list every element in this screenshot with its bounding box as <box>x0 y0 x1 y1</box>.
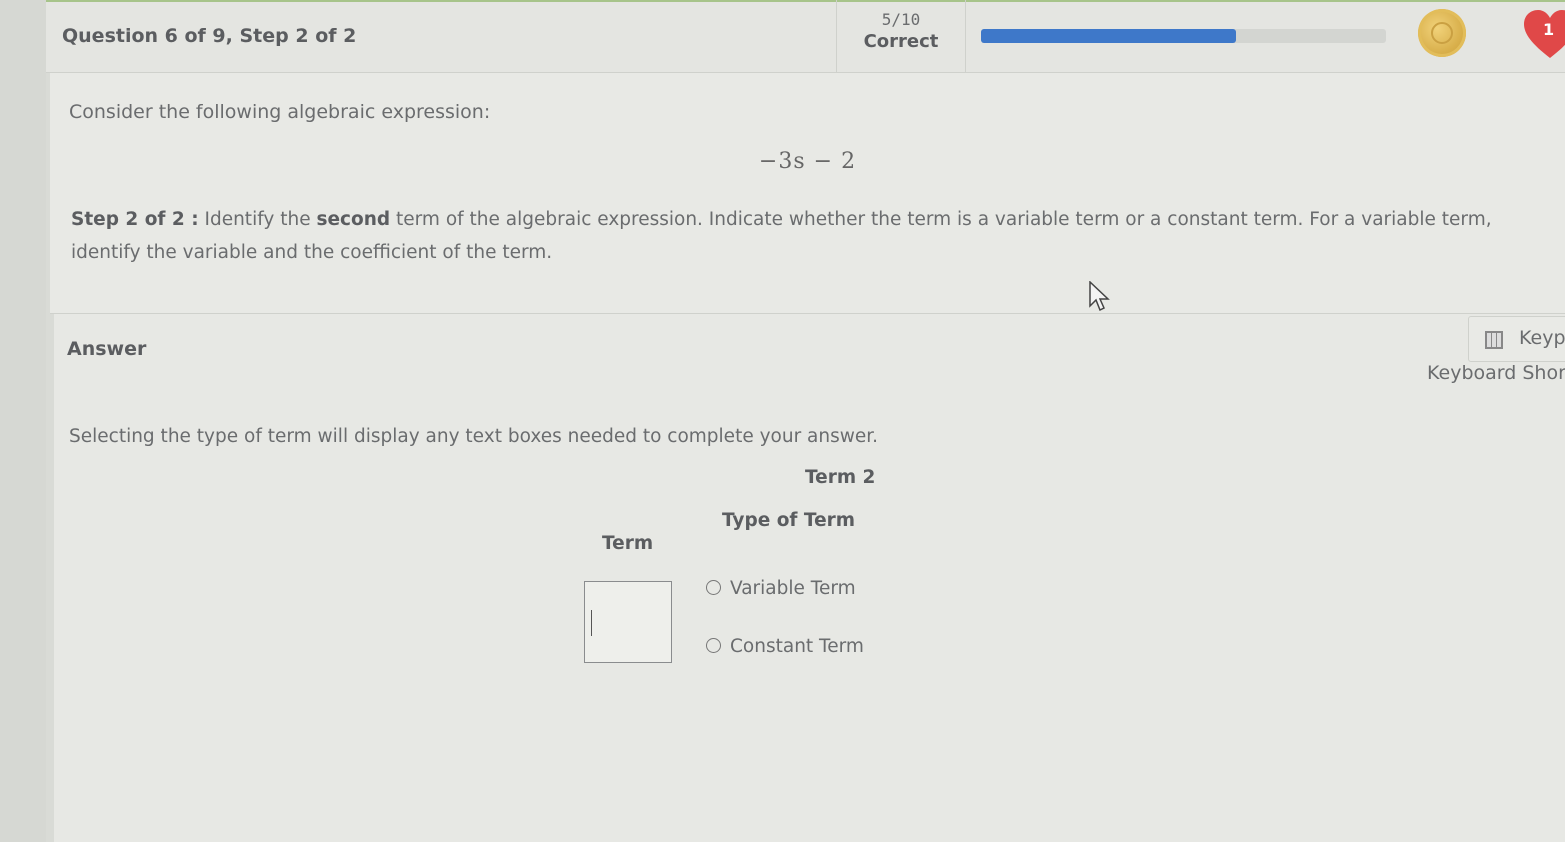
step-prefix: Step 2 of 2 : <box>71 209 199 230</box>
left-gutter <box>0 0 46 842</box>
constant-term-option[interactable]: Constant Term <box>706 636 864 657</box>
keypad-label: Keyp <box>1519 327 1565 349</box>
constant-term-label: Constant Term <box>730 636 864 657</box>
header-bar: Question 6 of 9, Step 2 of 2 5/10 Correc… <box>46 0 1565 73</box>
step-text-before: Identify the <box>198 209 317 230</box>
answer-instruction: Selecting the type of term will display … <box>69 426 879 447</box>
algebraic-expression: −3s − 2 <box>758 149 857 174</box>
type-of-term-heading: Type of Term <box>722 510 856 531</box>
term-column-label: Term <box>602 533 654 554</box>
question-step-label: Question 6 of 9, Step 2 of 2 <box>62 25 357 47</box>
coin-icon[interactable] <box>1418 9 1466 57</box>
keypad-button[interactable]: Keyp <box>1468 316 1565 362</box>
question-panel: Consider the following algebraic express… <box>50 73 1565 314</box>
question-intro: Consider the following algebraic express… <box>69 101 491 123</box>
progress-bar-fill <box>981 29 1237 43</box>
constant-term-radio[interactable] <box>706 637 721 653</box>
calculator-icon <box>1485 331 1503 349</box>
answer-label: Answer <box>67 338 147 360</box>
keyboard-shortcuts-link[interactable]: Keyboard Short <box>1427 362 1565 384</box>
step-instructions: Step 2 of 2 : Identify the second term o… <box>71 203 1546 269</box>
mouse-pointer-icon <box>1089 281 1110 312</box>
score-box: 5/10 Correct <box>836 0 966 72</box>
top-accent-line <box>46 0 1565 2</box>
variable-term-option[interactable]: Variable Term <box>706 578 856 599</box>
step-bold-word: second <box>316 209 391 230</box>
coin-icon-inner <box>1431 22 1453 44</box>
variable-term-label: Variable Term <box>730 578 856 599</box>
progress-bar <box>981 29 1386 43</box>
score-label: Correct <box>863 31 939 52</box>
hearts-count: 1 <box>1543 20 1555 39</box>
score-fraction: 5/10 <box>881 10 921 29</box>
term-heading: Term 2 <box>805 467 876 488</box>
term-input[interactable] <box>584 581 672 663</box>
answer-panel: Answer Keyp Keyboard Short Selecting the… <box>54 314 1565 842</box>
text-caret <box>591 610 592 636</box>
variable-term-radio[interactable] <box>706 579 721 595</box>
